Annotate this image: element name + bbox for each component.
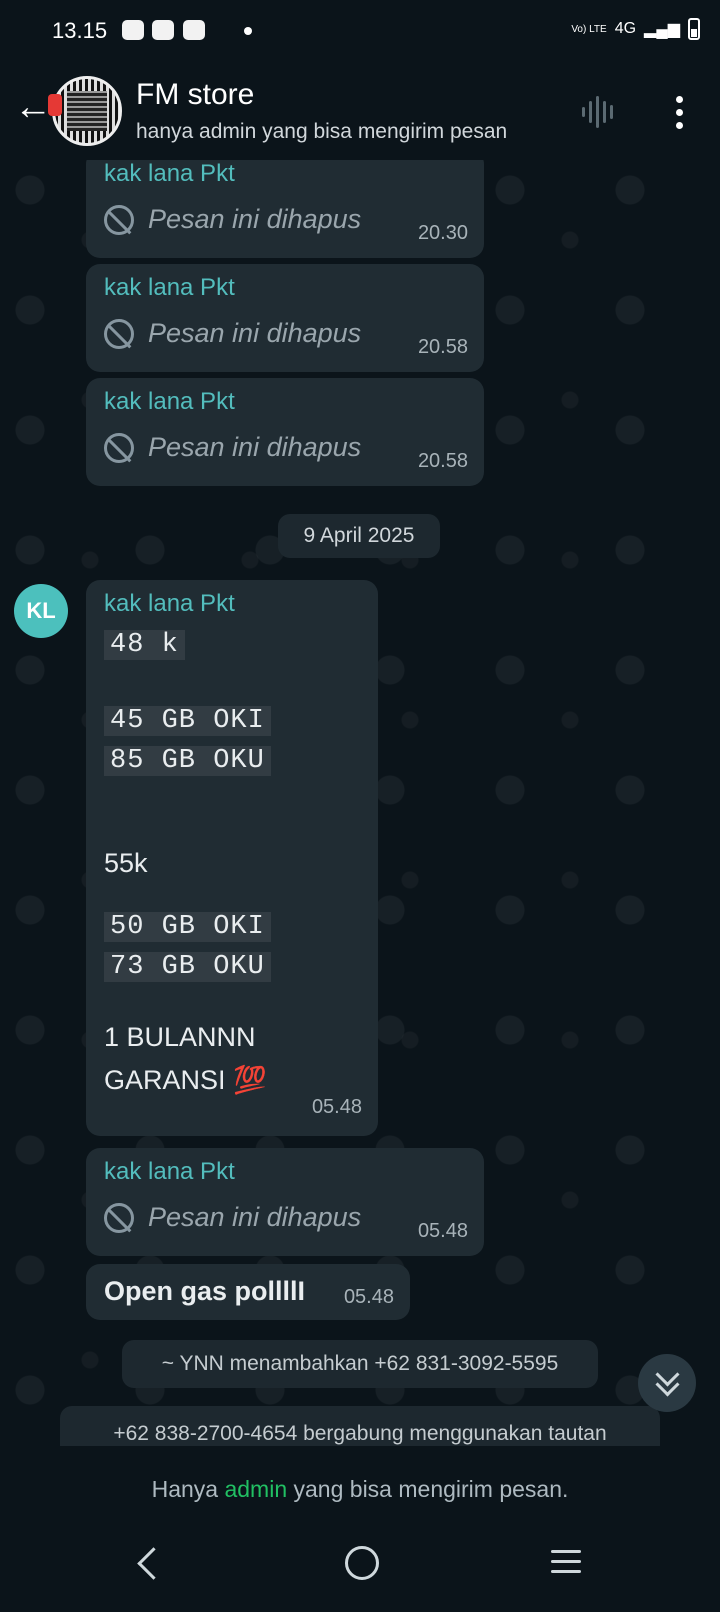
nav-home-icon[interactable]	[345, 1546, 379, 1580]
volte-icon: Vo) LTE	[571, 23, 607, 35]
price-line: GARANSI 💯	[104, 1065, 267, 1095]
system-message: ~ YNN menambahkan +62 831-3092-5595	[122, 1340, 598, 1388]
more-options-icon[interactable]	[676, 96, 683, 129]
notification-dot-icon	[244, 27, 252, 35]
price-line: 1 BULANNN	[104, 1022, 256, 1052]
avatar-badge	[48, 94, 62, 116]
chat-area[interactable]: kak lana Pkt Pesan ini dihapus 20.30 kak…	[0, 160, 720, 1446]
system-message: +62 838-2700-4654 bergabung menggunakan …	[60, 1406, 660, 1446]
voice-chat-icon[interactable]	[582, 96, 613, 128]
message-sender: kak lana Pkt	[104, 590, 235, 617]
message-text: Open gas pollllI	[104, 1276, 306, 1306]
message-bubble[interactable]: kak lana Pkt Pesan ini dihapus 20.58	[86, 378, 484, 486]
deleted-message: Pesan ini dihapus	[104, 204, 361, 235]
deleted-message: Pesan ini dihapus	[104, 432, 361, 463]
deleted-text: Pesan ini dihapus	[148, 318, 362, 348]
message-sender: kak lana Pkt	[104, 388, 235, 415]
ban-icon	[104, 432, 134, 463]
chat-header: ← FM store hanya admin yang bisa mengiri…	[0, 60, 720, 160]
ban-icon	[104, 1202, 134, 1233]
message-sender: kak lana Pkt	[104, 160, 235, 187]
deleted-text: Pesan ini dihapus	[148, 432, 362, 462]
message-bubble[interactable]: Open gas pollllI 05.48	[86, 1264, 410, 1320]
message-bubble[interactable]: kak lana Pkt Pesan ini dihapus 20.58	[86, 264, 484, 372]
message-time: 20.30	[417, 222, 468, 244]
message-time: 20.58	[417, 336, 468, 358]
price-message-body: 48 k 45 GB OKI 85 GB OKU 55k 50 GB OKI 7…	[104, 630, 271, 1106]
status-indicators: Vo) LTE 4G ▂▄▆	[571, 18, 700, 40]
deleted-message: Pesan ini dihapus	[104, 1202, 361, 1233]
admin-link[interactable]: admin	[224, 1476, 287, 1502]
notice-prefix: Hanya	[151, 1476, 225, 1502]
scroll-to-bottom-button[interactable]	[638, 1354, 696, 1412]
ban-icon	[104, 318, 134, 349]
signal-icon: ▂▄▆	[644, 21, 680, 38]
nav-recents-icon[interactable]	[551, 1550, 581, 1580]
message-time: 20.58	[417, 450, 468, 472]
status-time: 13.15	[52, 18, 108, 43]
chat-subtitle[interactable]: hanya admin yang bisa mengirim pesan	[136, 120, 556, 144]
admin-only-notice: Hanya admin yang bisa mengirim pesan.	[0, 1446, 720, 1532]
sender-avatar[interactable]: KL	[14, 584, 68, 638]
price-line: 48 k	[104, 630, 185, 660]
price-line: 50 GB OKI	[104, 912, 271, 942]
message-time: 05.48	[417, 1220, 468, 1242]
nav-back-icon[interactable]	[137, 1547, 170, 1580]
deleted-text: Pesan ini dihapus	[148, 204, 362, 234]
chat-title[interactable]: FM store	[136, 78, 254, 112]
network-label: 4G	[614, 20, 637, 37]
message-time: 05.48	[343, 1286, 394, 1308]
message-sender: kak lana Pkt	[104, 274, 235, 301]
notice-suffix: yang bisa mengirim pesan.	[287, 1476, 569, 1502]
message-bubble[interactable]: kak lana Pkt Pesan ini dihapus 05.48	[86, 1148, 484, 1256]
date-separator: 9 April 2025	[278, 514, 440, 558]
back-arrow-icon[interactable]: ←	[14, 88, 52, 126]
shopping-bag-icon	[183, 20, 205, 40]
system-navigation-bar	[0, 1532, 720, 1612]
status-bar: 13.15 Vo) LTE 4G ▂▄▆	[0, 0, 720, 60]
message-sender: kak lana Pkt	[104, 1158, 235, 1185]
ban-icon	[104, 204, 134, 235]
price-line: 45 GB OKI	[104, 706, 271, 736]
price-message-bubble[interactable]: kak lana Pkt 48 k 45 GB OKI 85 GB OKU 55…	[86, 580, 378, 1136]
deleted-message: Pesan ini dihapus	[104, 318, 361, 349]
shopee-icon	[122, 20, 144, 40]
price-line: 85 GB OKU	[104, 746, 271, 776]
price-line: 73 GB OKU	[104, 952, 271, 982]
battery-icon	[688, 18, 700, 40]
shopping-bag-icon	[152, 20, 174, 40]
deleted-text: Pesan ini dihapus	[148, 1202, 362, 1232]
message-time: 05.48	[311, 1096, 362, 1118]
group-avatar[interactable]	[52, 76, 122, 146]
message-bubble[interactable]: kak lana Pkt Pesan ini dihapus 20.30	[86, 160, 484, 258]
price-line: 55k	[104, 848, 148, 878]
